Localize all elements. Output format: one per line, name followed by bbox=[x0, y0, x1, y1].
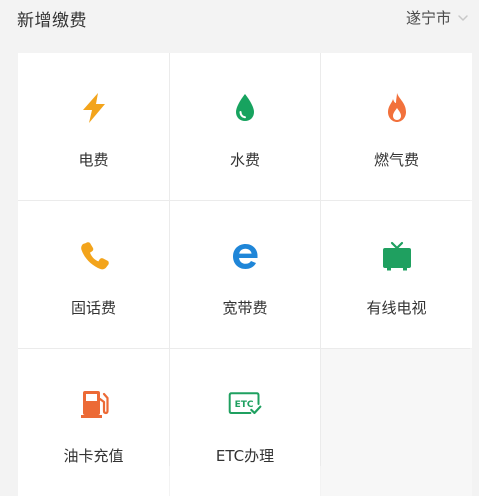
etc-card-icon: ETC bbox=[227, 386, 263, 422]
service-label: 水费 bbox=[229, 151, 260, 169]
service-landline[interactable]: 固话费 bbox=[18, 201, 169, 348]
empty-grid-cell bbox=[321, 349, 472, 496]
service-label: 有线电视 bbox=[366, 299, 427, 317]
water-drop-icon bbox=[227, 90, 263, 126]
service-label: 燃气费 bbox=[373, 151, 419, 169]
service-etc[interactable]: ETC ETC办理 bbox=[170, 349, 320, 496]
service-water[interactable]: 水费 bbox=[170, 53, 320, 200]
service-label: ETC办理 bbox=[215, 447, 275, 465]
service-cable-tv[interactable]: 有线电视 bbox=[321, 201, 472, 348]
city-label: 遂宁市 bbox=[405, 9, 451, 27]
header: 新增缴费 遂宁市 bbox=[0, 0, 479, 44]
browser-e-icon bbox=[227, 238, 263, 274]
page-title: 新增缴费 bbox=[17, 11, 87, 31]
service-broadband[interactable]: 宽带费 bbox=[170, 201, 320, 348]
city-selector[interactable]: 遂宁市 bbox=[406, 7, 469, 28]
service-label: 电费 bbox=[78, 151, 109, 169]
phone-icon bbox=[76, 238, 112, 274]
svg-text:ETC: ETC bbox=[235, 400, 254, 410]
service-label: 宽带费 bbox=[222, 299, 268, 317]
lightning-icon bbox=[76, 90, 112, 126]
service-electricity[interactable]: 电费 bbox=[18, 53, 169, 200]
flame-icon bbox=[379, 90, 415, 126]
payment-services-grid: 电费 水费 燃气费 固话费 宽带费 有线电视 油卡充值 ETC ETC办理 bbox=[18, 53, 472, 496]
tv-icon bbox=[379, 238, 415, 274]
service-label: 固话费 bbox=[70, 299, 116, 317]
service-label: 油卡充值 bbox=[63, 447, 124, 465]
fuel-pump-icon bbox=[76, 386, 112, 422]
chevron-down-icon bbox=[458, 14, 468, 21]
service-fuel-card[interactable]: 油卡充值 bbox=[18, 349, 169, 496]
service-gas[interactable]: 燃气费 bbox=[321, 53, 472, 200]
